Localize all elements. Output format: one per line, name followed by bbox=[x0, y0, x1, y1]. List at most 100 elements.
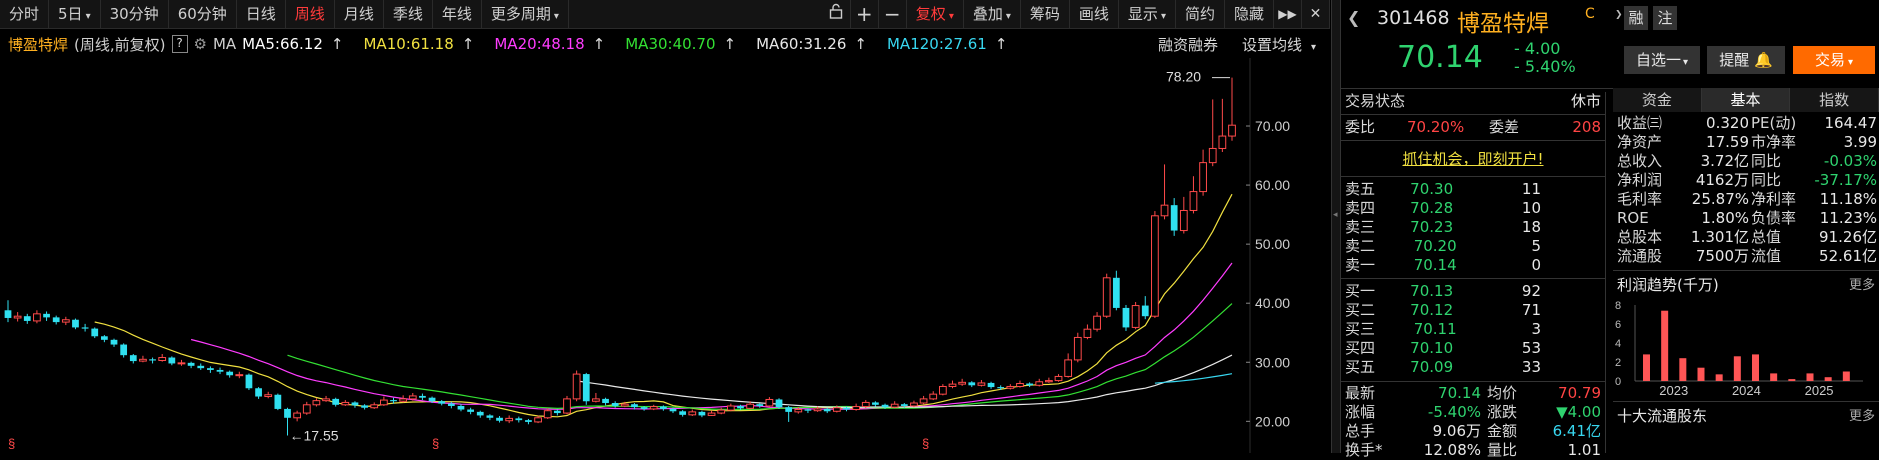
profit-bar[interactable] bbox=[1679, 358, 1687, 381]
prev-stock-icon[interactable]: ❮ bbox=[1347, 8, 1360, 27]
profit-bar[interactable] bbox=[1806, 373, 1814, 381]
period-tab-5[interactable]: 周线 bbox=[286, 0, 335, 28]
margin-trading-link[interactable]: 融资融券 bbox=[1158, 34, 1218, 55]
zoom-out-button[interactable]: − bbox=[879, 0, 907, 28]
ask-level[interactable]: 卖一 70.14 0 bbox=[1341, 256, 1605, 275]
candle-body bbox=[1112, 277, 1120, 308]
candle-body bbox=[293, 412, 302, 419]
ask-level[interactable]: 卖二 70.20 5 bbox=[1341, 237, 1605, 256]
candle bbox=[1218, 98, 1227, 153]
period-tab-0[interactable]: 分时 bbox=[0, 0, 50, 28]
next-stock-icon[interactable]: ❯ bbox=[1615, 10, 1623, 20]
profit-bar[interactable] bbox=[1661, 310, 1669, 381]
candle-body bbox=[611, 403, 619, 406]
candle bbox=[543, 408, 552, 419]
watchlist-button[interactable]: 自选一 ▾ bbox=[1624, 46, 1700, 74]
open-account-link[interactable]: 抓住机会，即刻开户! bbox=[1341, 148, 1605, 169]
candle bbox=[187, 361, 195, 369]
tool-button-5[interactable]: 简约 bbox=[1176, 0, 1225, 28]
tool-button-3[interactable]: 画线 bbox=[1070, 0, 1119, 28]
help-button[interactable]: ? bbox=[171, 35, 188, 53]
settings-gear-icon[interactable]: ⚙ bbox=[194, 35, 207, 53]
fundamentals-tab-2[interactable]: 指数 bbox=[1790, 88, 1879, 112]
candle-body bbox=[370, 404, 379, 409]
candle bbox=[1170, 198, 1178, 236]
candle bbox=[1006, 384, 1015, 390]
dividend-marker-icon[interactable]: § bbox=[922, 436, 929, 451]
chevron-down-icon: ▾ bbox=[553, 11, 559, 22]
bid-level[interactable]: 买五 70.09 33 bbox=[1341, 358, 1605, 377]
alert-button[interactable]: 提醒 🔔 bbox=[1707, 46, 1785, 74]
fundamental-label: 流值 bbox=[1751, 247, 1782, 265]
profit-bar[interactable] bbox=[1824, 377, 1832, 381]
profit-bar[interactable] bbox=[1643, 354, 1650, 381]
period-tab-9[interactable]: 更多周期 ▾ bbox=[482, 0, 569, 28]
fundamentals-tab-1[interactable]: 基本 bbox=[1701, 88, 1791, 112]
level-label: 买一 bbox=[1345, 282, 1376, 300]
stat-value: 9.06万 bbox=[1432, 422, 1481, 440]
period-tab-4[interactable]: 日线 bbox=[237, 0, 286, 28]
zoom-in-button[interactable]: + bbox=[851, 0, 879, 28]
fundamentals-tab-0[interactable]: 资金 bbox=[1613, 88, 1702, 112]
profit-bar[interactable] bbox=[1842, 371, 1850, 382]
ask-level[interactable]: 卖四 70.28 10 bbox=[1341, 199, 1605, 218]
tool-button-0[interactable]: 复权 ▾ bbox=[907, 0, 964, 28]
holders-more-link[interactable]: 更多 bbox=[1849, 407, 1875, 426]
bid-level[interactable]: 买三 70.11 3 bbox=[1341, 320, 1605, 339]
note-tag[interactable]: 注 bbox=[1653, 6, 1677, 30]
panel-divider[interactable]: ◂ bbox=[1331, 0, 1341, 453]
ask-level[interactable]: 卖五 70.30 11 bbox=[1341, 180, 1605, 199]
candle bbox=[1151, 211, 1159, 318]
close-icon[interactable]: ✕ bbox=[1302, 0, 1330, 28]
margin-tag[interactable]: 融 bbox=[1624, 6, 1648, 30]
level-volume: 53 bbox=[1521, 339, 1541, 357]
candle-body bbox=[428, 397, 436, 402]
candle bbox=[312, 398, 321, 407]
stat-label: 金额 bbox=[1487, 422, 1518, 440]
candle bbox=[572, 370, 581, 402]
tool-button-1[interactable]: 叠加 ▾ bbox=[964, 0, 1021, 28]
period-tab-6[interactable]: 月线 bbox=[335, 0, 384, 28]
trade-button[interactable]: 交易 ▾ bbox=[1793, 46, 1875, 74]
profit-bar[interactable] bbox=[1697, 367, 1705, 381]
profit-bar[interactable] bbox=[1715, 374, 1723, 381]
tool-button-2[interactable]: 筹码 bbox=[1021, 0, 1070, 28]
chevron-down-icon: ▾ bbox=[85, 11, 91, 22]
profit-more-link[interactable]: 更多 bbox=[1849, 276, 1875, 295]
kline-chart[interactable]: 20.00 30.00 40.00 50.00 60.00 70.00 78.20 ←17.5… bbox=[0, 58, 1330, 453]
profit-bar[interactable] bbox=[1752, 354, 1759, 381]
candle-body bbox=[717, 409, 726, 414]
candle-body bbox=[1016, 383, 1024, 387]
tool-button-4[interactable]: 显示 ▾ bbox=[1119, 0, 1176, 28]
level-price: 70.12 bbox=[1410, 301, 1454, 319]
ma-settings-dropdown[interactable]: 设置均线 ▾ bbox=[1242, 34, 1322, 55]
candle-body bbox=[861, 401, 870, 408]
lock-icon[interactable] bbox=[823, 0, 851, 28]
ask-level[interactable]: 卖三 70.23 18 bbox=[1341, 218, 1605, 237]
level-price: 70.13 bbox=[1410, 282, 1454, 300]
bid-level[interactable]: 买一 70.13 92 bbox=[1341, 282, 1605, 301]
period-tab-3[interactable]: 60分钟 bbox=[169, 0, 237, 28]
profit-bar[interactable] bbox=[1733, 356, 1741, 381]
bid-level[interactable]: 买二 70.12 71 bbox=[1341, 301, 1605, 320]
dividend-marker-icon[interactable]: § bbox=[432, 436, 439, 451]
profit-bar[interactable] bbox=[1770, 373, 1778, 381]
candle-body bbox=[235, 374, 244, 377]
stat-label: 量比 bbox=[1487, 441, 1518, 459]
tool-button-6[interactable]: 隐藏 bbox=[1225, 0, 1274, 28]
profit-bar[interactable] bbox=[1788, 379, 1796, 381]
period-tab-8[interactable]: 年线 bbox=[433, 0, 482, 28]
fundamental-label: 同比 bbox=[1751, 171, 1782, 189]
bid-level[interactable]: 买四 70.10 53 bbox=[1341, 339, 1605, 358]
ma-value-2: MA20:48.18 ↑ bbox=[494, 35, 611, 53]
candle-body bbox=[688, 411, 697, 416]
period-tab-2[interactable]: 30分钟 bbox=[101, 0, 169, 28]
candle bbox=[361, 404, 368, 410]
level-price: 70.28 bbox=[1410, 199, 1454, 217]
dividend-marker-icon[interactable]: § bbox=[8, 436, 15, 451]
candle-body bbox=[958, 381, 967, 385]
fast-forward-icon[interactable]: ▶▶ bbox=[1274, 0, 1302, 28]
period-tab-7[interactable]: 季线 bbox=[384, 0, 433, 28]
period-tab-1[interactable]: 5日 ▾ bbox=[49, 0, 101, 28]
fundamental-value: 4162万 bbox=[1695, 171, 1749, 189]
